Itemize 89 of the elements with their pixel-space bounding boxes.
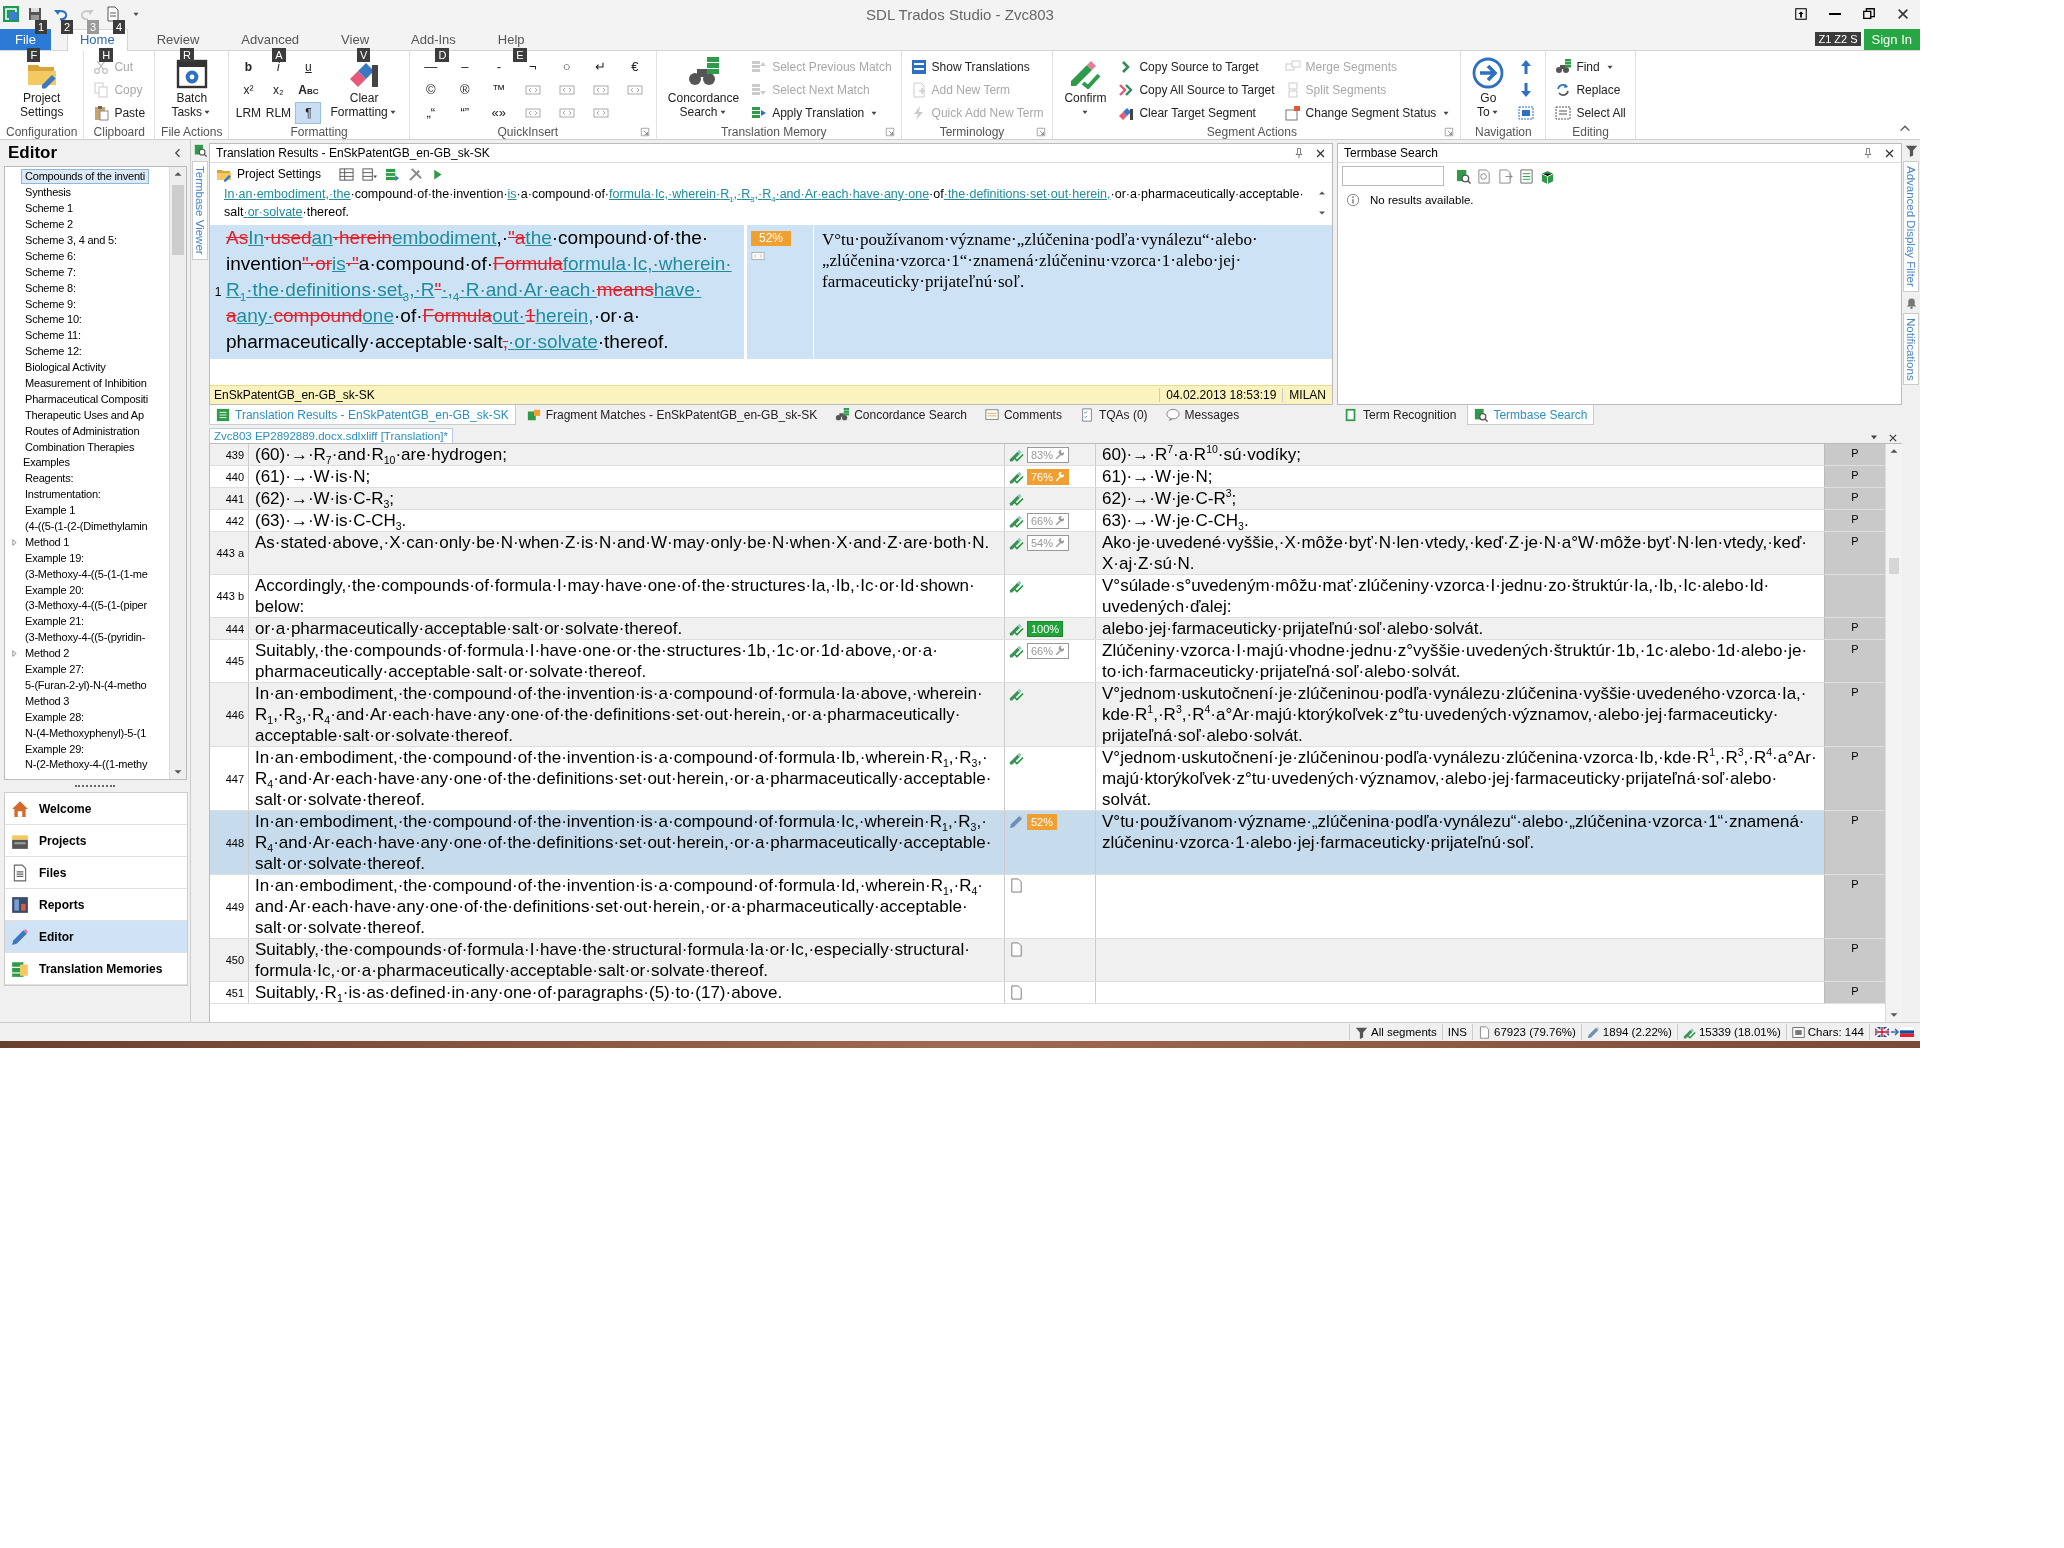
structure-code: P xyxy=(1851,985,1859,997)
keytip-tooltip: 2 xyxy=(61,20,74,34)
status-text: 67923 (79.76%) xyxy=(1494,1026,1576,1038)
keytip-tooltip: 1 xyxy=(35,20,48,34)
segment-number: 448 xyxy=(210,811,249,874)
match-score: 66% xyxy=(1031,514,1054,528)
status-text: Chars: 144 xyxy=(1807,1026,1864,1038)
match-score: 83% xyxy=(1031,448,1054,462)
status-text: 1894 (2.22%) xyxy=(1602,1026,1672,1038)
match-score: 100% xyxy=(1031,622,1060,636)
match-score: 66% xyxy=(1031,644,1054,658)
match-date: 04.02.2013 18:53:19 xyxy=(1159,388,1283,402)
match-score: 52% xyxy=(1031,815,1054,829)
structure-code: P xyxy=(1851,942,1859,954)
match-user: MILAN xyxy=(1282,388,1332,402)
source-text: In·an·embodiment,·the·compound·of·the·invention·is·a·compound·of·formula·Id,·wherein·R$_{1}$,·R$_{4}$·and·Ar·each·have·any·one·of·the·definitions·set·out·herein,·or·a·pharmaceutically·acceptable·salt·or·solvate·thereof. xyxy=(249,875,1005,938)
match-target-text: V°tu·používanom·význame·„zlúčenina·podľa·vynálezu“·alebo·„zlúčenina·vzorca·1“·znamená·zlúčeninu·vzorca·1·alebo·jej·farmaceuticky·prijateľnú·soľ. xyxy=(821,229,1259,293)
structure-code: P xyxy=(1851,447,1859,459)
segment-number: 451 xyxy=(210,982,249,1003)
structure-code: P xyxy=(1851,686,1859,698)
group-label: Navigation xyxy=(1474,124,1533,139)
keytip-tooltip: E xyxy=(513,48,527,62)
structure-code: P xyxy=(1851,491,1859,503)
structure-code: P xyxy=(1851,878,1859,890)
keytip-tooltip: F xyxy=(27,48,41,62)
keytip-tooltip: 4 xyxy=(113,20,126,34)
source-text: As·stated·above,·X·can·only·be·N·when·Z·is·N·and·W·may·only·be·N·when·X·and·Z·are·both·N. xyxy=(249,532,1005,574)
source-text: In·an·embodiment,·the·compound·of·the·invention·is·a·compound·of·formula·Ib,·wherein·R$_{1}$,·R$_{3}$,·R$_{4}$·and·Ar·each·have·any·one·of·the·definitions·set·out·herein,·or·a·pharmaceutically·acceptable·salt·or·solvate·thereof. xyxy=(249,747,1005,810)
status-text: 15339 (18.01%) xyxy=(1698,1026,1781,1038)
keytip-tooltip: H xyxy=(99,48,114,62)
source-text: Suitably,·R$_{1}$·is·as·defined·in·any·one·of·paragraphs·(5)·to·(17)·above. xyxy=(249,982,1005,1003)
group-label: Formatting xyxy=(289,124,349,139)
structure-code: P xyxy=(1851,750,1859,762)
panel-title: Termbase Search xyxy=(1344,146,1440,160)
source-text: (62)·→·W·is·C-R$_{3}$; xyxy=(249,488,1005,509)
segment-number: 445 xyxy=(210,640,249,682)
source-text: Suitably,·the·compounds·of·formula·I·have·one·or·the·structures·1b,·1c·or·1d·above,·or·a·pharmaceutically·acceptable·salt·or·solvate·thereof. xyxy=(249,640,1005,682)
keytip-tooltip: D xyxy=(435,48,450,62)
match-source-text: AsIn·usedan·hereinembodiment,·"athe·compound·of·the·invention"·oris·"a·compound·of·Formulaformula·Ic,·wherein·R$_{1}$·the·definitions·set$_{3}$,·R"·,$_{4}$·R·and·Ar·each·meanshave· aany·compoundone·of·Formulaout·1herein,·or·a·pharmaceutically·acceptable·salt,·or·solvate·thereof. xyxy=(226,226,733,354)
source-text: In·an·embodiment,·the·compound·of·the·invention·is·a·compound·of·formula·Ic,·wherein·R$_{1}$,·R$_{3}$,·R$_{4}$·and·Ar·each·have·any·one·of·the·definitions·set·out·herein,·or·a·pharmaceutically·acceptable·salt·or·solvate·thereof. xyxy=(224,186,1305,221)
structure-code: P xyxy=(1851,535,1859,547)
group-label: Clipboard xyxy=(92,124,146,139)
panel-title: Translation Results - EnSkPatentGB_en-GB_sk-SK xyxy=(216,146,491,160)
source-text: Accordingly,·the·compounds·of·formula·I·may·have·one·of·the·structures·Ia,·Ib,·Ic·or·Id·shown·below: xyxy=(249,575,1005,617)
structure-code: P xyxy=(1851,814,1859,826)
pane-title: Editor xyxy=(8,143,59,163)
segment-number: 450 xyxy=(210,939,249,981)
keytip-tooltip: S xyxy=(1847,32,1861,46)
window-title: SDL Trados Studio - Zvc803 xyxy=(866,5,1054,23)
group-label: File Actions xyxy=(161,124,223,139)
segment-number: 442 xyxy=(210,510,249,531)
structure-code: P xyxy=(1851,469,1859,481)
segment-number: 446 xyxy=(210,683,249,746)
segment-number: 444 xyxy=(210,618,249,639)
structure-code: P xyxy=(1851,621,1859,633)
source-text: (63)·→·W·is·C-CH$_{3}$. xyxy=(249,510,1005,531)
group-label: Translation Memory xyxy=(719,124,828,139)
match-number: 1 xyxy=(213,285,223,299)
source-text: or·a·pharmaceutically·acceptable·salt·or·solvate·thereof. xyxy=(249,618,1005,639)
source-text: (60)·→·R$_{7}$·and·R$_{10}$·are·hydrogen; xyxy=(249,444,1005,465)
source-text: (61)·→·W·is·N; xyxy=(249,466,1005,487)
source-text: In·an·embodiment,·the·compound·of·the·invention·is·a·compound·of·formula·Ic,·wherein·R$_{1}$,·R$_{3}$,·R$_{4}$·and·Ar·each·have·any·one·of·the·definitions·set·out·herein,·or·a·pharmaceutically·acceptable·salt·or·solvate·thereof. xyxy=(249,811,1005,874)
segment-number: 439 xyxy=(210,444,249,465)
segment-number: 443 a xyxy=(210,532,249,574)
group-label: Configuration xyxy=(6,124,78,139)
match-score: 76% xyxy=(1031,470,1054,484)
keytip-tooltip: R xyxy=(179,48,194,62)
group-label: Segment Actions xyxy=(1205,124,1298,139)
keytip-tooltip: 3 xyxy=(87,20,100,34)
status-message: No results available. xyxy=(1370,194,1474,206)
structure-code: P xyxy=(1851,513,1859,525)
keytip-tooltip: V xyxy=(357,48,371,62)
match-score: 54% xyxy=(1031,536,1054,550)
keytip-tooltip: A xyxy=(272,48,286,62)
segment-number: 441 xyxy=(210,488,249,509)
segment-number: 449 xyxy=(210,875,249,938)
source-text: Suitably,·the·compounds·of·formula·I·have·the·structural·formula·Ia·or·Ic,·especially·structural·formula·Ic,·or·a·pharmaceutically·acceptable·salt·or·solvate·thereof. xyxy=(249,939,1005,981)
match-score: 52% xyxy=(751,231,791,246)
group-label: QuickInsert xyxy=(496,124,560,139)
segment-number: 447 xyxy=(210,747,249,810)
structure-code: P xyxy=(1851,643,1859,655)
segment-number: 443 b xyxy=(210,575,249,617)
source-text: In·an·embodiment,·the·compound·of·the·invention·is·a·compound·of·formula·Ia·above,·wherein·R$_{1}$,·R$_{3}$,·R$_{4}$·and·Ar·each·have·any·one·of·the·definitions·set·out·herein,·or·a·pharmaceutically·acceptable·salt·or·solvate·thereof. xyxy=(249,683,1005,746)
group-label: Editing xyxy=(1571,124,1610,139)
status-text: All segments xyxy=(1371,1026,1437,1038)
group-label: Terminology xyxy=(938,124,1006,139)
status-text: INS xyxy=(1447,1026,1467,1038)
tm-name: EnSkPatentGB_en-GB_sk-SK xyxy=(213,388,376,402)
segment-number: 440 xyxy=(210,466,249,487)
